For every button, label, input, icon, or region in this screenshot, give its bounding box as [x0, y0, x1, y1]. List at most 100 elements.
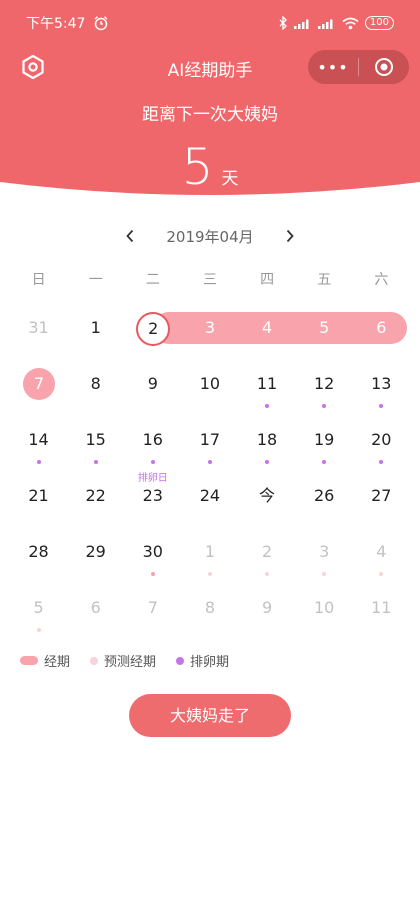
calendar-day[interactable]: 28: [10, 524, 67, 580]
day-number: 21: [28, 486, 49, 505]
weekday-label: 二: [145, 272, 160, 288]
ovulation-dot: [322, 460, 327, 464]
calendar-day[interactable]: 12: [296, 356, 353, 412]
calendar-day[interactable]: 5: [296, 300, 353, 356]
calendar-day[interactable]: 4: [239, 300, 296, 356]
calendar-day[interactable]: 31: [10, 300, 67, 356]
countdown-unit: 天: [221, 169, 239, 189]
calendar-day[interactable]: 11: [239, 356, 296, 412]
day-number: 14: [28, 430, 49, 449]
day-number: 31: [28, 318, 49, 337]
day-number: 7: [147, 598, 158, 617]
day-number: 6: [376, 318, 387, 337]
day-number: 24: [199, 486, 221, 505]
calendar-day[interactable]: 17: [181, 412, 238, 468]
ovulation-dot: [36, 460, 41, 464]
calendar-day[interactable]: 29: [67, 524, 124, 580]
calendar-day[interactable]: 9: [124, 356, 181, 412]
header: 下午5:47 100 AI经期助手 ••• 距离下一次大姨妈 5 天: [0, 0, 420, 200]
calendar-day[interactable]: 22: [67, 468, 124, 524]
calendar-day[interactable]: 3: [181, 300, 238, 356]
calendar-day[interactable]: 8: [181, 580, 238, 636]
calendar-day[interactable]: 4: [353, 524, 410, 580]
weekday-label: 三: [202, 272, 217, 288]
calendar-day[interactable]: 14: [10, 412, 67, 468]
day-number: 5: [319, 318, 330, 337]
ovulation-dot: [379, 404, 384, 408]
calendar-day[interactable]: 6: [353, 300, 410, 356]
calendar-day[interactable]: 11: [353, 580, 410, 636]
day-number: 18: [256, 430, 278, 449]
calendar-day[interactable]: 20: [353, 412, 410, 468]
status-bar: 下午5:47 100: [26, 12, 394, 34]
calendar-day[interactable]: 18: [239, 412, 296, 468]
calendar-week: 31 1 2 3 4 5 6: [10, 300, 410, 356]
calendar-week: 7 8 9 10 11 12 13: [10, 356, 410, 412]
calendar-day[interactable]: 9: [239, 580, 296, 636]
calendar-day[interactable]: 10: [181, 356, 238, 412]
ovulation-dot: [379, 460, 384, 464]
signal-2-icon: [317, 19, 333, 29]
chevron-right-icon: [286, 229, 294, 243]
calendar-day[interactable]: 2: [239, 524, 296, 580]
calendar-day[interactable]: 26: [296, 468, 353, 524]
calendar-day[interactable]: 13: [353, 356, 410, 412]
countdown-days: 5: [181, 138, 214, 196]
day-number: 9: [147, 374, 158, 393]
calendar-day[interactable]: 19: [296, 412, 353, 468]
day-number: 26: [314, 486, 335, 505]
legend-predicted: 预测经期: [90, 651, 156, 670]
day-number: 13: [371, 374, 392, 393]
calendar-day[interactable]: 27: [353, 468, 410, 524]
more-button[interactable]: •••: [308, 58, 358, 77]
weekday-label: 四: [260, 272, 275, 288]
legend-period: 经期: [20, 651, 70, 670]
calendar-day[interactable]: 7: [124, 580, 181, 636]
day-number: 1: [90, 318, 101, 337]
day-number: 7: [23, 368, 55, 400]
calendar-day[interactable]: 7: [10, 356, 67, 412]
calendar-day[interactable]: 10: [296, 580, 353, 636]
calendar-day[interactable]: 24: [181, 468, 238, 524]
predicted-dot: [36, 628, 41, 632]
period-ended-button[interactable]: 大姨妈走了: [129, 694, 291, 737]
prev-month-button[interactable]: [110, 222, 150, 250]
calendar-day[interactable]: 1: [67, 300, 124, 356]
calendar-day[interactable]: 今: [239, 468, 296, 524]
alarm-icon: [94, 16, 108, 31]
calendar-day[interactable]: 1: [181, 524, 238, 580]
calendar-day[interactable]: 15: [67, 412, 124, 468]
legend-ovulation: 排卵期: [176, 651, 229, 670]
calendar-day[interactable]: 30: [124, 524, 181, 580]
signal-icon: [293, 19, 309, 29]
calendar-day[interactable]: 5: [10, 580, 67, 636]
calendar-day[interactable]: 21: [10, 468, 67, 524]
calendar-day[interactable]: 16 排卵日: [124, 412, 181, 484]
legend-period-swatch: [20, 656, 38, 665]
ovulation-dot: [207, 460, 212, 464]
calendar-day[interactable]: 2: [124, 300, 181, 356]
calendar-day[interactable]: 8: [67, 356, 124, 412]
predicted-dot: [150, 572, 155, 576]
day-number: 16: [142, 430, 163, 449]
day-number: 23: [142, 486, 163, 505]
predicted-dot: [322, 572, 327, 576]
day-number: 10: [314, 598, 335, 617]
weekday-label: 日: [31, 272, 46, 288]
legend-predicted-swatch: [90, 656, 99, 665]
wifi-icon: [342, 17, 359, 29]
day-number: 2: [136, 312, 171, 346]
chevron-left-icon: [126, 229, 134, 243]
calendar-day[interactable]: 6: [67, 580, 124, 636]
battery-indicator: 100: [364, 16, 394, 30]
close-button[interactable]: [359, 57, 409, 77]
day-number: 30: [142, 542, 163, 561]
calendar-week: 21 22 23 24 今 26 27: [10, 468, 410, 524]
day-number: 11: [371, 598, 392, 617]
next-month-button[interactable]: [270, 222, 310, 250]
countdown: 5天: [0, 138, 420, 196]
calendar-day[interactable]: 23: [124, 468, 181, 524]
ovulation-dot: [322, 404, 327, 408]
calendar-day[interactable]: 3: [296, 524, 353, 580]
legend-predicted-label: 预测经期: [104, 655, 157, 670]
